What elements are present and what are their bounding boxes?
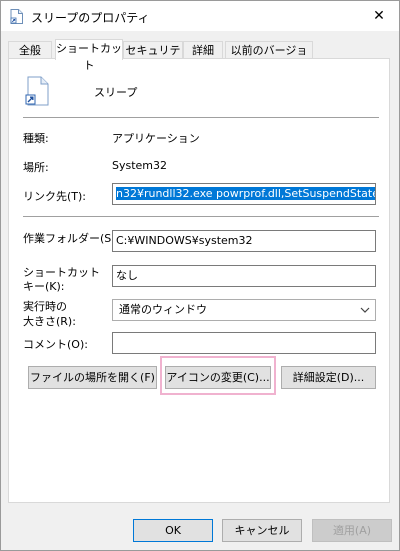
run-value: 通常のウィンドウ bbox=[119, 303, 207, 316]
highlight-box bbox=[160, 356, 276, 395]
tab-security[interactable]: セキュリティ bbox=[123, 41, 183, 74]
button-label: 適用(A) bbox=[332, 524, 372, 537]
run-label-line2: 大きさ(R): bbox=[23, 315, 76, 328]
type-value: アプリケーション bbox=[112, 132, 200, 145]
location-label: 場所: bbox=[23, 161, 49, 174]
apply-button[interactable]: 適用(A) bbox=[312, 519, 392, 542]
startin-value: C:¥WINDOWS¥system32 bbox=[116, 234, 253, 247]
comment-label: コメント(O): bbox=[23, 338, 88, 351]
tab-label: 全般 bbox=[19, 44, 41, 57]
chevron-down-icon bbox=[360, 307, 370, 313]
comment-input[interactable] bbox=[112, 332, 376, 354]
close-button[interactable]: ✕ bbox=[359, 1, 399, 31]
shortcut-file-icon bbox=[25, 76, 49, 106]
properties-window: スリープのプロパティ ✕ 全般 ショートカット セキュリティ 詳細 以前のバージ… bbox=[0, 0, 400, 551]
type-label: 種類: bbox=[23, 132, 49, 145]
startin-label: 作業フォルダー(S): bbox=[23, 232, 120, 245]
close-icon: ✕ bbox=[373, 8, 385, 24]
target-value: n32¥rundll32.exe powrprof.dll,SetSuspend… bbox=[116, 187, 375, 200]
hotkey-input[interactable]: なし bbox=[112, 265, 376, 287]
button-label: ファイルの場所を開く(F) bbox=[30, 371, 155, 384]
separator bbox=[23, 117, 379, 118]
tab-details[interactable]: 詳細 bbox=[183, 41, 223, 59]
tab-label: 詳細 bbox=[192, 44, 214, 57]
target-label: リンク先(T): bbox=[23, 190, 87, 203]
button-label: 詳細設定(D)... bbox=[292, 371, 365, 384]
run-label-line1: 実行時の bbox=[23, 300, 67, 313]
ok-button[interactable]: OK bbox=[133, 519, 213, 542]
shortcut-name: スリープ bbox=[94, 86, 138, 99]
cancel-button[interactable]: キャンセル bbox=[222, 519, 302, 542]
window-title: スリープのプロパティ bbox=[31, 11, 150, 25]
title-bar[interactable]: スリープのプロパティ ✕ bbox=[1, 1, 399, 31]
tab-shortcut[interactable]: ショートカット bbox=[55, 39, 123, 72]
tab-previous-versions[interactable]: 以前のバージョン bbox=[225, 41, 313, 74]
startin-input[interactable]: C:¥WINDOWS¥system32 bbox=[112, 230, 376, 252]
button-label: キャンセル bbox=[234, 524, 290, 537]
open-file-location-button[interactable]: ファイルの場所を開く(F) bbox=[28, 366, 157, 389]
hotkey-value: なし bbox=[116, 269, 138, 282]
location-value: System32 bbox=[112, 159, 168, 172]
target-input[interactable]: n32¥rundll32.exe powrprof.dll,SetSuspend… bbox=[112, 183, 376, 205]
separator bbox=[23, 216, 379, 217]
run-select[interactable]: 通常のウィンドウ bbox=[112, 299, 376, 321]
advanced-button[interactable]: 詳細設定(D)... bbox=[281, 366, 376, 389]
document-icon bbox=[10, 9, 23, 24]
button-label: OK bbox=[165, 524, 181, 537]
hotkey-label-line2: キー(K): bbox=[23, 280, 65, 293]
tab-general[interactable]: 全般 bbox=[8, 41, 52, 59]
